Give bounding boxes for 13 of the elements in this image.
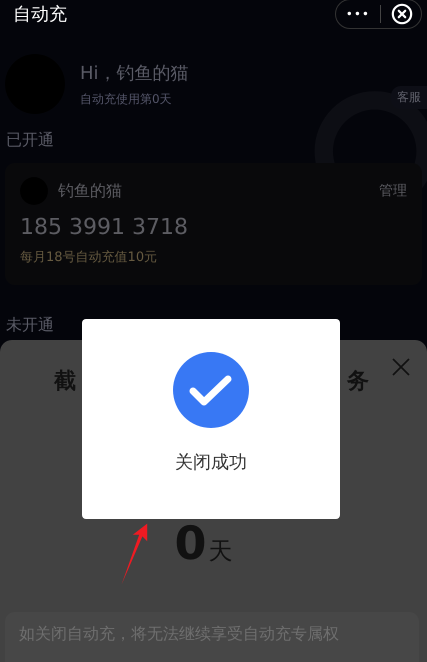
section-heading: 已开通	[5, 129, 55, 151]
plan-text: 每月18号自动充值10元	[20, 249, 158, 266]
check-icon	[173, 352, 249, 428]
phone-number: 185 3991 3718	[20, 215, 189, 240]
manage-link[interactable]: 管理	[379, 182, 407, 200]
toast-message: 关闭成功	[175, 451, 247, 474]
more-button[interactable]: •••	[346, 7, 370, 21]
usage-days-text: 自动充使用第0天	[80, 90, 173, 108]
greeting-text: Hi，钓鱼的猫	[80, 62, 189, 84]
service-button[interactable]: 客服	[391, 86, 427, 109]
section-heading: 未开通	[5, 314, 55, 336]
account-name: 钓鱼的猫	[58, 180, 122, 202]
page-title: 自动充	[13, 3, 67, 26]
